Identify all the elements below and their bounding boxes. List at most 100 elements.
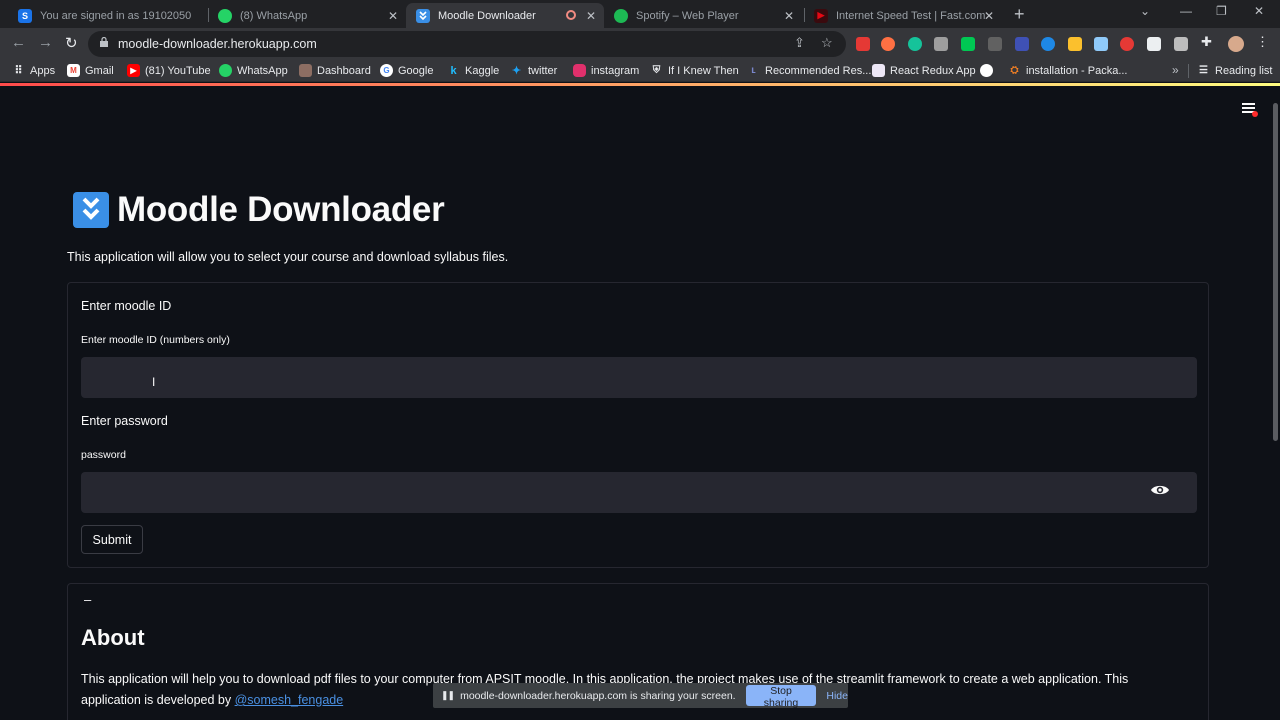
tab-signed-in[interactable]: S You are signed in as 19102050 [8,3,206,28]
stop-sharing-button[interactable]: Stop sharing [745,685,817,709]
moodle-id-label: Enter moodle ID (numbers only) [81,334,230,346]
share-icon[interactable]: ⇪ [794,35,805,51]
tab-title: You are signed in as 19102050 [40,9,192,22]
bookmark-gmail[interactable]: M Gmail [67,64,114,77]
react-redux-icon [872,64,885,77]
bookmark-favicon-icon: ʟ [751,65,756,76]
close-tab-icon[interactable]: ✕ [388,9,398,23]
extension-icon[interactable] [1041,37,1055,51]
page-title-text: Moodle Downloader [117,190,445,229]
close-tab-icon[interactable]: ✕ [586,9,596,23]
extension-icon[interactable] [881,37,895,51]
tab-whatsapp[interactable]: (8) WhatsApp ✕ [208,3,406,28]
bookmark-apps[interactable]: ⠿ Apps [12,64,55,78]
password-input[interactable] [81,472,1197,513]
tab-favicon-icon: S [18,8,32,23]
google-icon: G [380,64,393,77]
collapse-toggle-icon[interactable]: – [84,592,91,607]
gmail-icon: M [67,64,80,77]
bookmark-react-redux-app[interactable]: React Redux App [872,64,976,77]
fast-com-icon: ▶ [814,8,828,23]
kaggle-icon: k [450,64,457,77]
instagram-icon [573,64,586,77]
tab-title: Spotify – Web Player [636,9,739,22]
close-tab-icon[interactable]: ✕ [784,9,794,23]
extension-icon[interactable] [1174,37,1188,51]
download-arrow-icon [416,8,430,23]
password-label: password [81,449,126,461]
maximize-button[interactable]: ❐ [1216,4,1227,18]
profile-avatar[interactable] [1228,36,1244,52]
screen-share-banner: ❚❚ moodle-downloader.herokuapp.com is sh… [433,683,848,709]
extension-icon[interactable] [934,37,948,51]
extension-icon[interactable] [856,37,870,51]
circle-icon [980,64,993,77]
password-heading: Enter password [81,414,168,428]
close-tab-icon[interactable]: ✕ [984,9,994,23]
tab-fast-com[interactable]: ▶ Internet Speed Test | Fast.com ✕ [804,3,1002,28]
extension-icon[interactable] [988,37,1002,51]
extension-icon[interactable] [1120,37,1134,51]
whatsapp-icon [219,64,232,77]
new-tab-button[interactable]: + [1014,4,1025,25]
page-title: Moodle Downloader [73,190,445,230]
bookmark-installation[interactable]: ⛭ installation - Packa... [1008,64,1128,77]
browser-toolbar: ← → ↻ moodle-downloader.herokuapp.com ⇪ … [0,28,1280,60]
puzzle-extensions-icon[interactable]: ✚ [1201,34,1215,49]
address-bar[interactable]: moodle-downloader.herokuapp.com ⇪ ☆ [88,31,846,57]
recording-icon [566,10,576,20]
tab-search-icon[interactable]: ⌄ [1140,4,1150,18]
bookmark-if-i-knew-then[interactable]: ⛨ If I Knew Then [650,64,739,77]
hamburger-menu-icon[interactable] [1242,103,1258,117]
more-bookmarks-icon[interactable]: » [1172,63,1179,77]
minimize-button[interactable]: — [1180,4,1192,18]
reading-list-button[interactable]: ☰ Reading list [1197,64,1272,77]
reading-list-icon: ☰ [1199,65,1208,76]
text-cursor-icon: I [152,375,156,389]
twitter-icon: ✦ [511,65,522,77]
browser-menu-icon[interactable]: ⋮ [1256,34,1270,49]
apps-grid-icon: ⠿ [14,65,23,77]
bookmark-kaggle[interactable]: k Kaggle [447,64,499,77]
grammarly-icon[interactable] [908,37,922,51]
forward-button[interactable]: → [38,34,53,51]
streamlit-decoration-bar [0,83,1280,86]
url-text: moodle-downloader.herokuapp.com [118,37,317,51]
browser-tab-strip: S You are signed in as 19102050 (8) What… [0,0,1280,28]
bookmark-twitter[interactable]: ✦ twitter [510,64,557,78]
show-password-eye-icon[interactable] [1150,483,1170,497]
submit-button[interactable]: Submit [81,525,143,554]
extension-icon[interactable] [1015,37,1029,51]
streamlit-page: Moodle Downloader This application will … [0,83,1280,720]
login-form: Enter moodle ID Enter moodle ID (numbers… [67,282,1209,568]
bookmark-whatsapp[interactable]: WhatsApp [219,64,288,77]
spotify-icon [614,8,628,23]
download-arrow-icon [73,192,109,228]
back-button[interactable]: ← [11,34,26,51]
hide-banner-button[interactable]: Hide [826,690,848,702]
moodle-id-input[interactable] [81,357,1197,398]
shield-icon: ⛨ [652,65,661,76]
drag-handle-icon[interactable]: ❚❚ [441,690,455,701]
bookmark-star-icon[interactable]: ☆ [821,35,833,51]
page-scrollbar[interactable] [1273,103,1278,441]
author-link[interactable]: @somesh_fengade [235,693,344,707]
tab-title: Internet Speed Test | Fast.com [836,9,986,22]
close-window-button[interactable]: ✕ [1254,4,1264,18]
youtube-icon: ▶ [127,64,140,77]
bookmark-instagram[interactable]: instagram [573,64,639,77]
extension-icon[interactable] [1147,37,1161,51]
bookmark-youtube[interactable]: ▶ (81) YouTube [127,64,211,77]
tab-spotify[interactable]: Spotify – Web Player ✕ [604,3,802,28]
tab-moodle-downloader[interactable]: Moodle Downloader ✕ [406,3,604,28]
extension-icon[interactable] [961,37,975,51]
bookmark-dashboard[interactable]: Dashboard [299,64,371,77]
whatsapp-icon [218,8,232,23]
reload-button[interactable]: ↻ [65,34,78,52]
bookmark-google[interactable]: G Google [380,64,433,77]
bookmark-untitled[interactable] [980,64,998,77]
notification-dot [1252,111,1258,117]
bookmark-recommended-res[interactable]: ʟ Recommended Res... [747,64,871,77]
extension-icon[interactable] [1068,37,1082,51]
extension-icon[interactable] [1094,37,1108,51]
